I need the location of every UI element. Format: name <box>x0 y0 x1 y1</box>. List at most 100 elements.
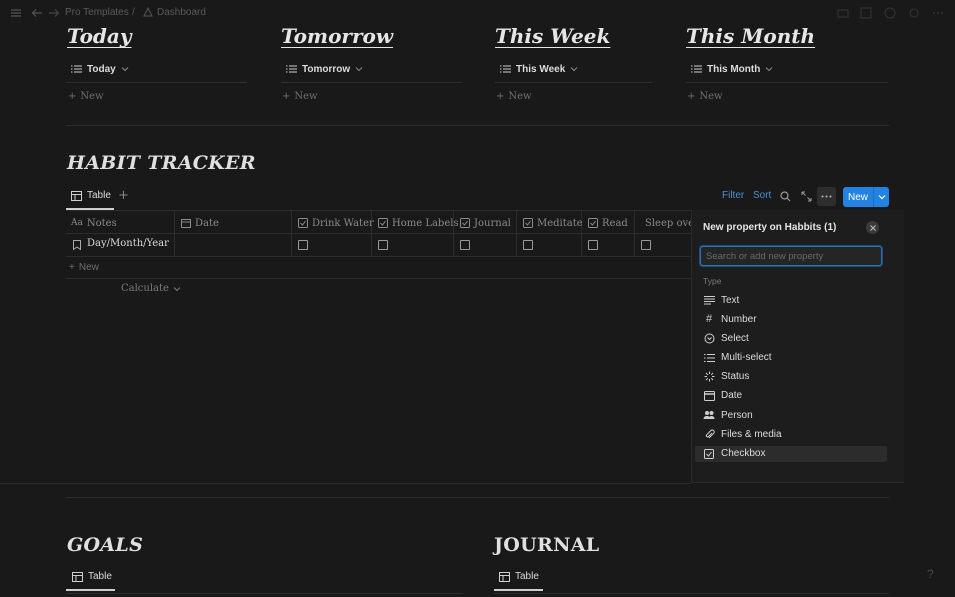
column-label: Journal <box>474 217 511 229</box>
text-property-icon: Aa <box>71 218 83 228</box>
property-type-select[interactable]: Select <box>695 330 887 346</box>
sort-button[interactable]: Sort <box>753 190 771 201</box>
column-header-home-labels[interactable]: Home Labels <box>378 212 459 234</box>
tomorrow-view-selector[interactable]: Tomorrow <box>286 61 363 77</box>
help-button[interactable]: ? <box>927 567 934 581</box>
column-header-date[interactable]: Date <box>181 212 219 234</box>
habit-section-bottom <box>0 483 691 484</box>
this-week-new-button[interactable]: + New <box>496 91 532 102</box>
section-divider <box>66 125 889 126</box>
habit-tracker-heading: HABIT TRACKER <box>67 152 256 174</box>
property-type-status[interactable]: Status <box>695 369 887 385</box>
column-divider <box>174 211 175 256</box>
list-view-icon <box>500 65 511 73</box>
share-icon[interactable] <box>836 6 850 20</box>
back-arrow-icon[interactable] <box>31 7 43 19</box>
table-icon <box>72 571 83 582</box>
new-record-button[interactable]: New <box>843 187 889 207</box>
property-type-files[interactable]: Files & media <box>695 426 887 442</box>
property-type-label: Number <box>721 313 757 325</box>
chevron-down-icon[interactable] <box>878 194 886 200</box>
property-type-text[interactable]: Text <box>695 292 887 308</box>
property-type-multi-select[interactable]: Multi-select <box>695 350 887 366</box>
property-type-date[interactable]: Date <box>695 388 887 404</box>
list-view-icon <box>691 65 702 73</box>
property-type-checkbox[interactable]: Checkbox <box>695 445 887 462</box>
chevron-down-icon <box>121 67 129 72</box>
journal-heading: JOURNAL <box>494 534 600 556</box>
journal-checkbox[interactable] <box>460 240 470 250</box>
property-type-label: Multi-select <box>721 352 772 364</box>
journal-tab-label: Table <box>515 571 539 582</box>
history-icon[interactable] <box>883 6 897 20</box>
column-label: Date <box>195 217 219 229</box>
column-label: Sleep over <box>645 217 692 229</box>
column-header-notes[interactable]: Aa Notes <box>71 212 117 234</box>
home-labels-checkbox[interactable] <box>378 240 388 250</box>
this-month-new-button[interactable]: + New <box>687 91 723 102</box>
meditate-checkbox[interactable] <box>523 240 533 250</box>
column-divider <box>291 211 292 256</box>
plus-icon: + <box>282 91 291 102</box>
column-header-read[interactable]: Read <box>588 212 628 234</box>
habit-new-row-label: New <box>78 262 99 273</box>
calculate-label: Calculate <box>121 283 169 294</box>
column-header-journal[interactable]: Journal <box>460 212 511 234</box>
expand-icon[interactable] <box>801 191 812 202</box>
column-header-sleep[interactable]: Sleep over <box>641 212 692 234</box>
this-week-view-selector[interactable]: This Week <box>500 61 578 77</box>
menu-icon[interactable] <box>10 7 22 19</box>
read-checkbox[interactable] <box>588 240 598 250</box>
checkbox-property-icon <box>298 218 308 228</box>
favorite-icon[interactable] <box>907 6 921 20</box>
property-type-label: Select <box>721 332 749 344</box>
journal-table-border <box>494 593 889 594</box>
tomorrow-divider <box>281 82 462 83</box>
this-week-divider <box>495 82 652 83</box>
journal-table-tab[interactable]: Table <box>499 571 539 582</box>
checkbox-property-icon <box>460 218 470 228</box>
property-type-label: Person <box>721 409 753 421</box>
habit-new-row-button[interactable]: + New <box>69 262 99 273</box>
forward-arrow-icon[interactable] <box>48 7 60 19</box>
sleep-checkbox[interactable] <box>641 240 651 250</box>
checkbox-property-icon <box>378 218 388 228</box>
comments-icon[interactable] <box>859 6 873 20</box>
today-new-label: New <box>80 91 104 102</box>
search-icon[interactable] <box>780 191 791 202</box>
more-options-icon[interactable] <box>931 6 945 20</box>
breadcrumb-workspace[interactable]: Pro Templates <box>65 7 129 18</box>
tomorrow-heading: Tomorrow <box>281 24 394 48</box>
this-month-view-label: This Month <box>707 63 761 75</box>
checkbox-property-icon <box>523 218 533 228</box>
property-type-number[interactable]: # Number <box>695 311 887 327</box>
paperclip-icon <box>703 428 715 440</box>
today-new-button[interactable]: + New <box>68 91 104 102</box>
tomorrow-new-button[interactable]: + New <box>282 91 318 102</box>
property-type-label: Status <box>721 371 750 383</box>
calculate-button[interactable]: Calculate <box>121 283 181 294</box>
new-record-label: New <box>847 191 868 203</box>
close-icon[interactable] <box>866 221 879 234</box>
habit-table-tab[interactable]: Table <box>71 190 111 201</box>
drink-water-checkbox[interactable] <box>298 240 308 250</box>
active-tab-indicator <box>494 589 543 591</box>
property-type-person[interactable]: Person <box>695 407 887 423</box>
popup-title: New property on Habbits (1) <box>703 222 837 233</box>
property-type-label: Checkbox <box>721 448 766 459</box>
filter-button[interactable]: Filter <box>722 190 744 201</box>
column-header-meditate[interactable]: Meditate <box>523 212 583 234</box>
more-icon[interactable] <box>817 187 836 206</box>
top-bar: Pro Templates / Dashboard <box>0 0 955 26</box>
add-view-icon[interactable]: + <box>118 189 129 202</box>
goals-table-tab[interactable]: Table <box>72 571 112 582</box>
column-header-drink-water[interactable]: Drink Water <box>298 212 374 234</box>
goals-heading: GOALS <box>67 534 144 556</box>
tomorrow-new-label: New <box>294 91 318 102</box>
row-notes-cell[interactable]: Day/Month/Year <box>87 238 169 249</box>
breadcrumb-page[interactable]: Dashboard <box>157 7 206 18</box>
today-view-selector[interactable]: Today <box>71 61 129 77</box>
active-tab-indicator <box>66 589 115 591</box>
property-search-input[interactable] <box>700 246 882 266</box>
this-month-view-selector[interactable]: This Month <box>691 61 773 77</box>
